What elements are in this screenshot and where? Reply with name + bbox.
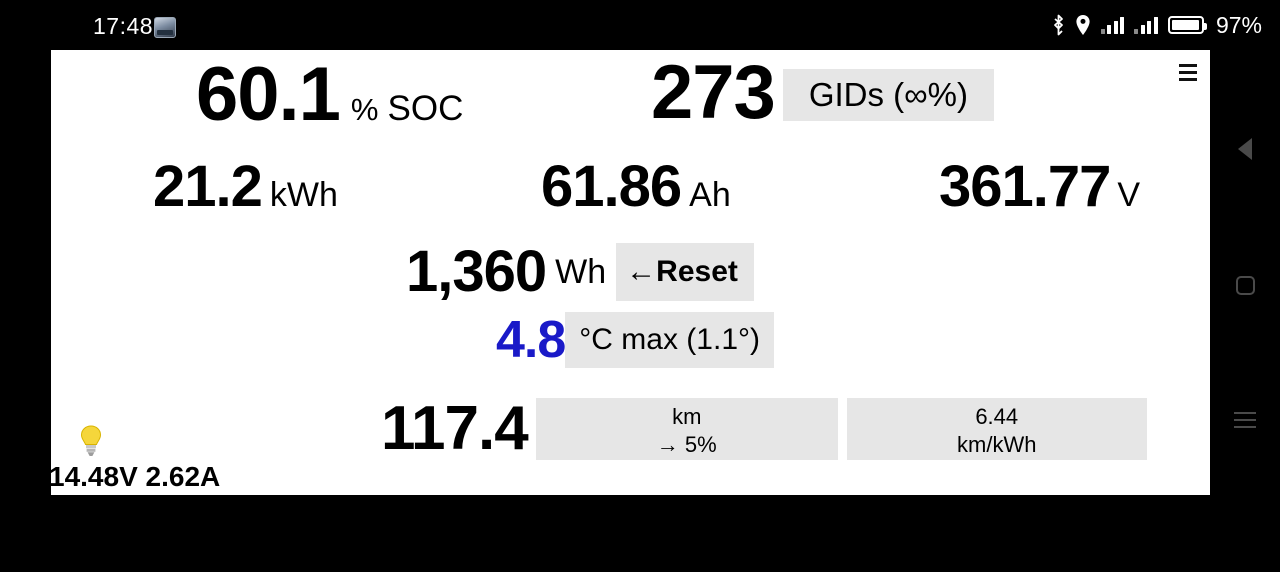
row-range: 117.4 km → 5% 6.44 km/kWh 14.48V 2.62A [49,390,1210,495]
leafspy-main-panel: 60.1 % SOC 273 GIDs (∞%) 21.2 kWh 61.86 … [49,50,1210,495]
android-navigation-bar [1210,50,1280,495]
ah-value: 61.86 [541,154,682,219]
row-temperature: 4.8 °C max (1.1°) [51,312,1210,392]
kwh-readout: 21.2 kWh [153,158,338,216]
gids-readout: 273 GIDs (∞%) [651,50,994,135]
voltage-value: 361.77 [939,154,1111,219]
home-square-icon[interactable] [1228,268,1262,302]
row-soc-gids: 60.1 % SOC 273 GIDs (∞%) [51,50,1210,155]
row-energy-current-voltage: 21.2 kWh 61.86 Ah 361.77 V [51,158,1210,238]
soc-label: SOC [387,89,464,128]
status-bar-icons: 97% [1052,12,1262,38]
reset-button-label: ←Reset [626,255,738,288]
battery-icon [1167,16,1207,34]
wh-unit: Wh [555,253,607,291]
temperature-label-chip[interactable]: °C max (1.1°) [565,312,774,368]
recents-menu-icon[interactable] [1228,403,1262,437]
range-delta-label: → 5% [656,431,717,457]
temperature-label: °C max (1.1°) [579,323,760,356]
soc-percent-symbol: % [350,92,379,127]
temperature-value: 4.8 [496,311,566,369]
phone-screen: 17:48 97% 60.1 % SOC 273 GIDs (∞%) 21.2 … [0,0,1280,572]
range-unit-label: km [672,404,702,429]
soc-value: 60.1 [196,52,341,137]
back-triangle-icon[interactable] [1228,132,1262,166]
range-value: 117.4 [381,394,529,463]
ah-readout: 61.86 Ah [541,158,731,216]
location-pin-icon [1075,14,1091,36]
voltage-readout: 361.77 V [939,158,1140,216]
voltage-unit: V [1117,176,1141,214]
range-unit-box[interactable]: km → 5% [535,398,838,460]
gids-label: GIDs (∞%) [808,76,968,114]
light-bulb-icon [78,425,104,457]
signal-bars-icon [1134,16,1158,34]
battery-percent-label: 97% [1215,11,1262,38]
reset-button[interactable]: ←Reset [616,243,754,301]
kwh-unit: kWh [269,176,338,214]
wh-readout: 1,360 Wh ←Reset [406,243,754,301]
ah-unit: Ah [689,176,731,214]
kwh-value: 21.2 [153,154,263,219]
bluetooth-icon [1052,14,1065,36]
efficiency-value: 6.44 [975,404,1019,429]
efficiency-box[interactable]: 6.44 km/kWh [846,398,1147,460]
gids-label-chip[interactable]: GIDs (∞%) [782,69,994,122]
soc-readout: 60.1 % SOC [196,57,463,133]
efficiency-unit: km/kWh [957,431,1037,457]
gids-value: 273 [651,50,776,135]
app-thumbnail-icon [154,17,176,38]
aux-battery-label: 14.48V 2.62A [49,461,221,492]
status-bar-clock: 17:48 [93,13,154,39]
signal-bars-icon [1100,16,1125,34]
temperature-readout: 4.8 °C max (1.1°) [496,312,774,368]
app-footer: v0.40.107 en AA:BB:CC:11:22:3 12/22/2023… [0,495,1280,572]
android-status-bar: 17:48 97% [0,0,1280,50]
range-readout: 117.4 km → 5% 6.44 km/kWh [381,398,1147,460]
wh-value: 1,360 [406,239,547,304]
